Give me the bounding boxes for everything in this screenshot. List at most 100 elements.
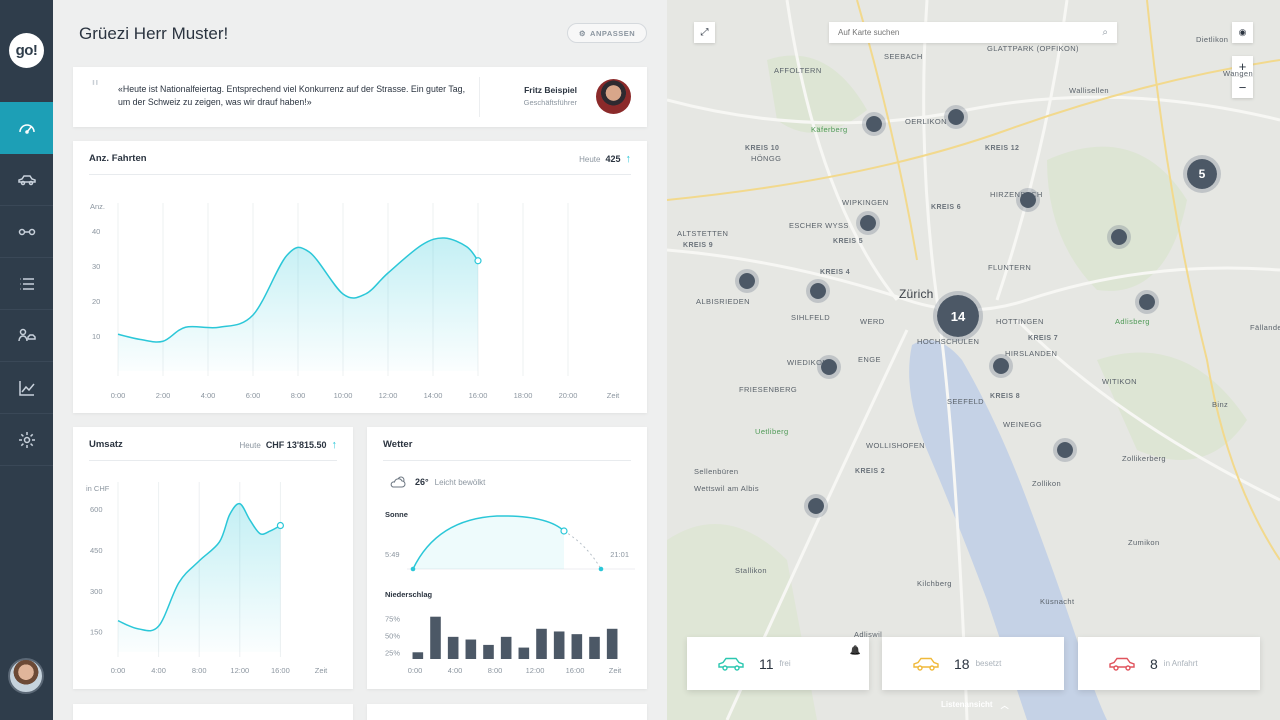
map-place-label: SEEBACH xyxy=(884,52,923,61)
customize-button[interactable]: ⚙ ANPASSEN xyxy=(567,23,647,43)
map-place-label: Adlisberg xyxy=(1115,317,1150,326)
map-place-label: Zürich xyxy=(899,287,934,301)
y-tick-label: 40 xyxy=(92,227,100,236)
dashboard-panel: Grüezi Herr Muster! ⚙ ANPASSEN " «Heute … xyxy=(53,0,667,720)
y-axis-label: Anz. xyxy=(90,202,105,211)
vehicle-marker[interactable] xyxy=(856,211,880,235)
map-place-label: WOLLISHOFEN xyxy=(866,441,925,450)
list-view-toggle[interactable]: Listenansicht ︿ xyxy=(941,700,1009,711)
map-search-input[interactable] xyxy=(838,28,1078,37)
vehicle-marker[interactable] xyxy=(989,354,1013,378)
status-label: in Anfahrt xyxy=(1163,659,1198,668)
vehicle-cluster[interactable]: 14 xyxy=(933,291,983,341)
page-title: Grüezi Herr Muster! xyxy=(79,24,229,43)
status-card[interactable]: 11 frei 🔔 xyxy=(687,637,869,690)
x-tick-label: 0:00 xyxy=(408,666,423,675)
map-search[interactable]: ⌕ xyxy=(829,22,1117,43)
status-card[interactable]: 8 in Anfahrt xyxy=(1078,637,1260,690)
customize-label: ANPASSEN xyxy=(590,28,636,38)
sidebar-item-dashboard[interactable] xyxy=(0,102,53,154)
list-view-label: Listenansicht xyxy=(941,700,993,709)
car-icon xyxy=(1109,657,1135,671)
map-place-label: SEEFELD xyxy=(947,397,984,406)
map-place-label: SIHLFELD xyxy=(791,313,831,322)
app-logo[interactable]: go! xyxy=(9,33,44,68)
x-tick-label: 12:00 xyxy=(526,666,545,675)
y-tick-label: 20 xyxy=(92,297,100,306)
precip-bar xyxy=(553,631,565,659)
x-tick-label: 16:00 xyxy=(469,391,488,400)
vehicle-marker[interactable] xyxy=(804,494,828,518)
x-tick-label: 2:00 xyxy=(156,391,171,400)
driver-icon xyxy=(17,328,36,341)
locate-icon: ◉ xyxy=(1238,27,1247,37)
status-label: besetzt xyxy=(975,659,1002,668)
sidebar-item-analytics[interactable] xyxy=(0,362,53,414)
user-avatar[interactable] xyxy=(8,658,44,694)
sidebar-item-vehicles[interactable] xyxy=(0,154,53,206)
map-place-label: KREIS 9 xyxy=(683,242,714,249)
status-count: 18 xyxy=(954,655,970,672)
gear-icon xyxy=(18,431,35,448)
map-place-label: Wallisellen xyxy=(1069,86,1109,95)
vehicle-marker[interactable] xyxy=(1016,188,1040,212)
map-place-label: KREIS 12 xyxy=(985,145,1020,152)
weather-chart: Sonne 5:49 21:01 Niederschlag 75% 50% 25% 0:00 4… xyxy=(385,510,635,675)
vehicle-marker[interactable] xyxy=(862,112,886,136)
author-avatar xyxy=(596,79,631,114)
precip-bar xyxy=(465,639,477,659)
bell-icon[interactable]: 🔔 xyxy=(850,645,861,656)
sun-arc-remaining xyxy=(563,530,602,570)
x-tick-label: 8:00 xyxy=(291,391,306,400)
map-place-label: FLUNTERN xyxy=(988,263,1032,272)
map-place-label: ENGE xyxy=(858,355,881,364)
revenue-current-point xyxy=(276,521,284,530)
vehicle-marker[interactable] xyxy=(1053,438,1077,462)
y-tick-label: 30 xyxy=(92,262,100,271)
trips-chart: 0:00 2:00 4:00 6:00 8:00 10:00 12:00 14:00 16:00… xyxy=(90,202,620,400)
map-place-label: ESCHER WYSS xyxy=(789,221,849,230)
vehicle-marker[interactable] xyxy=(817,355,841,379)
sun-icon xyxy=(560,527,568,535)
sidebar-item-connections[interactable] xyxy=(0,206,53,258)
y-axis-label: in CHF xyxy=(86,484,110,493)
map-place-label: AFFOLTERN xyxy=(774,66,822,75)
trips-card: Anz. Fahrten Heute 425 ↑ 0:00 2:00 4:00 6:0… xyxy=(73,141,647,413)
vehicle-marker[interactable] xyxy=(944,105,968,129)
divider xyxy=(479,77,480,117)
vehicle-marker[interactable] xyxy=(806,279,830,303)
map-place-label: Zumikon xyxy=(1128,538,1160,547)
map-place-label: KREIS 10 xyxy=(745,145,780,152)
precip-bar xyxy=(412,652,424,659)
zoom-out-button[interactable]: − xyxy=(1232,77,1253,98)
status-card[interactable]: 18 besetzt xyxy=(882,637,1064,690)
y-tick-label: 50% xyxy=(385,632,400,641)
precip-label: Niederschlag xyxy=(385,590,433,599)
x-tick-label: 6:00 xyxy=(246,391,261,400)
vehicle-marker[interactable] xyxy=(735,269,759,293)
chart-icon xyxy=(18,380,35,396)
list-icon xyxy=(19,277,34,290)
sidebar-item-settings[interactable] xyxy=(0,414,53,466)
vehicle-marker[interactable] xyxy=(1107,225,1131,249)
vehicle-marker[interactable] xyxy=(1135,290,1159,314)
y-tick-label: 450 xyxy=(90,546,103,555)
sidebar-item-drivers[interactable] xyxy=(0,310,53,362)
vehicle-cluster[interactable]: 5 xyxy=(1183,155,1221,193)
fullscreen-button[interactable]: ⤢ xyxy=(694,22,715,43)
x-tick-label: 0:00 xyxy=(111,391,126,400)
car-icon xyxy=(913,657,939,671)
map-canvas[interactable] xyxy=(667,0,1280,720)
sun-arc-fill xyxy=(413,515,564,569)
x-tick-label: 10:00 xyxy=(334,391,353,400)
quote-role: Geschäftsführer xyxy=(523,98,577,107)
map-panel[interactable]: ⤢ ⌕ ◉ + − SEEBACHAFFOLTERNOERLIKONHÖNGGK… xyxy=(667,0,1280,720)
precip-bar xyxy=(606,628,618,659)
x-tick-label: 4:00 xyxy=(201,391,216,400)
sidebar-item-list[interactable] xyxy=(0,258,53,310)
map-place-label: Wangen xyxy=(1223,69,1254,78)
map-place-label: HIRSLANDEN xyxy=(1005,349,1058,358)
search-icon[interactable]: ⌕ xyxy=(1102,27,1108,38)
locate-button[interactable]: ◉ xyxy=(1232,22,1253,43)
x-tick-label: 12:00 xyxy=(230,666,249,675)
